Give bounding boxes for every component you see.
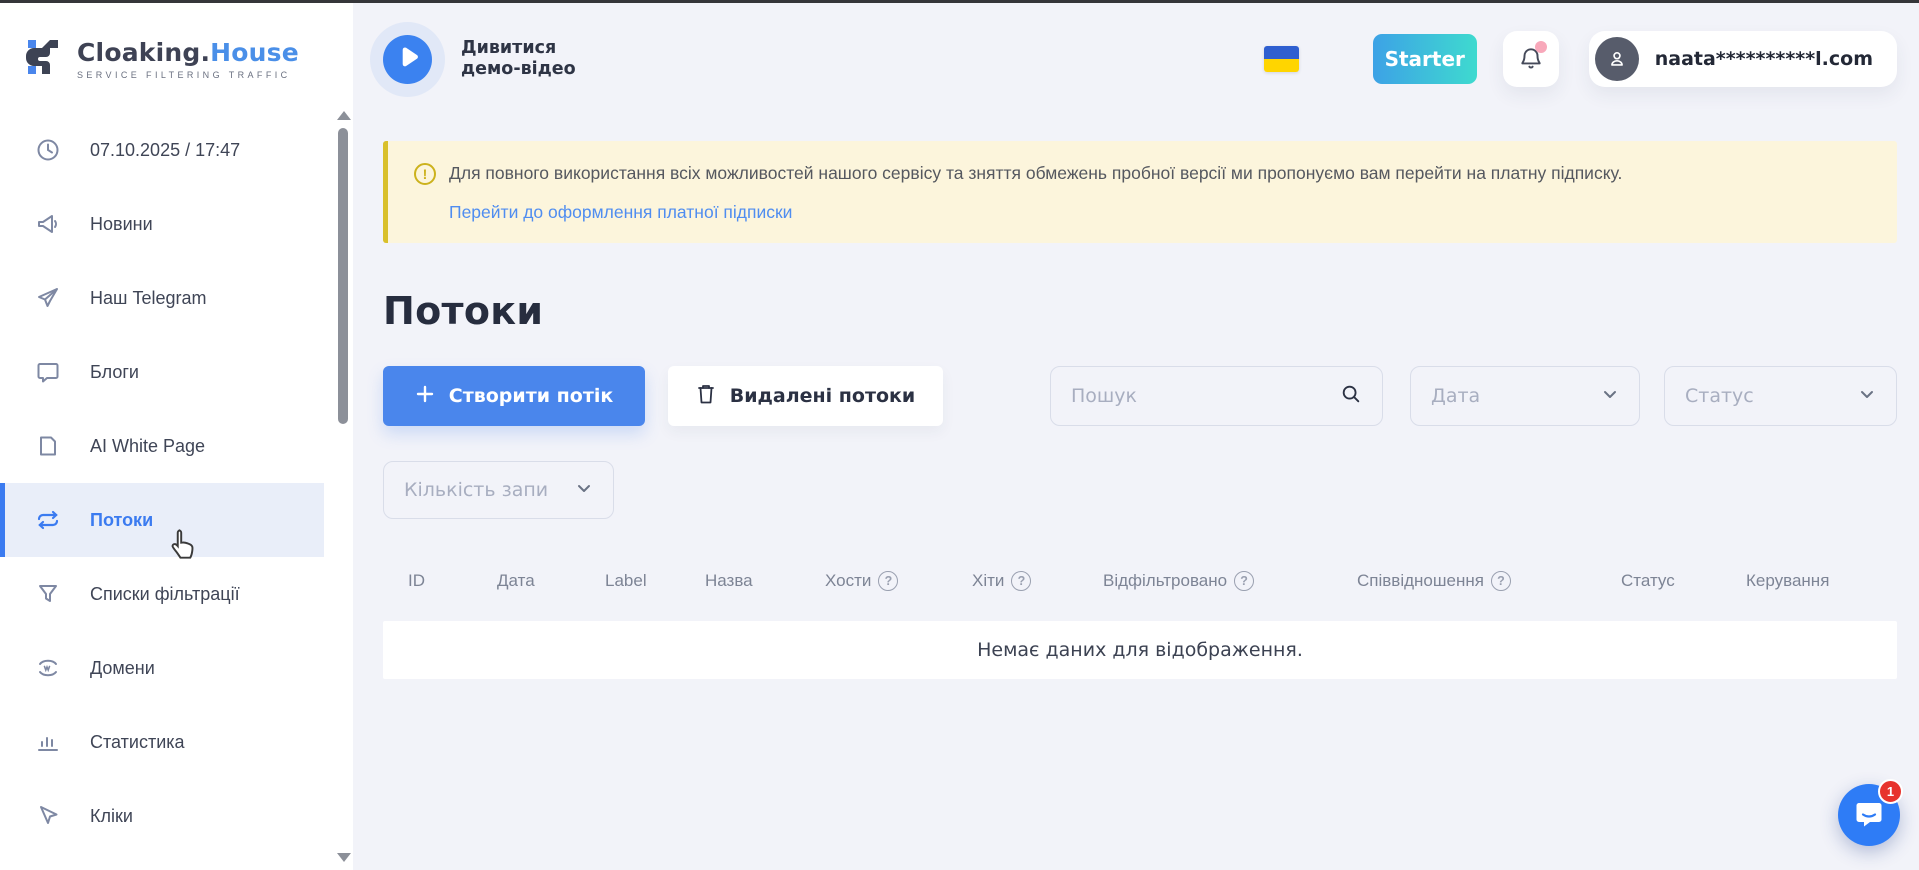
sidebar-item-label: Кліки — [90, 806, 133, 827]
sidebar-item-telegram[interactable]: Наш Telegram — [0, 261, 324, 335]
sidebar-item-statistics[interactable]: Статистика — [0, 705, 324, 779]
column-header-filtered: Відфільтровано? — [1103, 571, 1357, 591]
funnel-icon — [36, 582, 60, 606]
play-demo-button[interactable] — [383, 35, 432, 84]
chevron-down-icon — [1601, 385, 1619, 408]
subscription-link[interactable]: Перейти до оформлення платної підписки — [449, 202, 792, 223]
sidebar-item-streams[interactable]: Потоки — [0, 483, 324, 557]
records-count-dropdown[interactable]: Кількість запи — [383, 461, 614, 519]
chat-unread-badge: 1 — [1878, 779, 1903, 804]
sidebar-item-label: Наш Telegram — [90, 288, 206, 309]
table-header-row: ID Дата Label Назва Хости? Хіти? Відфіль… — [383, 564, 1897, 598]
column-header-date: Дата — [497, 571, 605, 591]
deleted-streams-button[interactable]: Видалені потоки — [668, 366, 943, 426]
column-header-ratio: Співвідношення? — [1357, 571, 1621, 591]
column-header-status: Статус — [1621, 571, 1746, 591]
column-header-name: Назва — [705, 571, 825, 591]
domain-icon — [36, 656, 60, 680]
column-header-hosts: Хости? — [825, 571, 972, 591]
topbar: Дивитися демо-відео Starter — [383, 3, 1897, 115]
column-header-manage: Керування — [1746, 571, 1897, 591]
date-filter-dropdown[interactable]: Дата — [1410, 366, 1640, 426]
user-account-chip[interactable]: naata**********l.com — [1589, 31, 1897, 87]
search-icon[interactable] — [1340, 383, 1362, 410]
page-icon — [36, 434, 60, 458]
notification-dot — [1535, 41, 1547, 53]
sidebar-item-domains[interactable]: Домени — [0, 631, 324, 705]
scrollbar-up-arrow-icon[interactable] — [337, 111, 351, 120]
user-email: naata**********l.com — [1655, 48, 1873, 70]
notifications-button[interactable] — [1503, 31, 1559, 87]
sidebar-item-label: Потоки — [90, 510, 153, 531]
chat-bubble-icon — [36, 360, 60, 384]
sidebar-item-label: Статистика — [90, 732, 185, 753]
sidebar-item-label: Домени — [90, 658, 155, 679]
chevron-down-icon — [1858, 385, 1876, 408]
column-header-id: ID — [408, 571, 497, 591]
status-filter-dropdown[interactable]: Статус — [1664, 366, 1897, 426]
sidebar-item-ai-white-page[interactable]: AI White Page — [0, 409, 324, 483]
logo-title: Cloaking.House — [77, 38, 299, 67]
sidebar-item-news[interactable]: Новини — [0, 187, 324, 261]
play-icon — [396, 47, 420, 72]
sidebar-item-label: 07.10.2025 / 17:47 — [90, 140, 240, 161]
banner-text: Для повного використання всіх можливосте… — [449, 161, 1622, 186]
chevron-down-icon — [575, 479, 593, 502]
table-empty-state: Немає даних для відображення. — [383, 621, 1897, 679]
logo[interactable]: Cloaking.House SERVICE FILTERING TRAFFIC — [0, 3, 353, 87]
chat-launcher-button[interactable]: 1 — [1838, 784, 1900, 846]
logo-mark-icon — [26, 36, 64, 83]
help-icon[interactable]: ? — [1011, 571, 1031, 591]
controls-row: Створити потік Видалені потоки Дата — [383, 366, 1897, 426]
sidebar-item-label: AI White Page — [90, 436, 205, 457]
sidebar-item-filter-lists[interactable]: Списки фільтрації — [0, 557, 324, 631]
scrollbar-down-arrow-icon[interactable] — [337, 853, 351, 862]
trash-icon — [696, 383, 716, 410]
plan-badge[interactable]: Starter — [1373, 34, 1477, 84]
search-input[interactable] — [1071, 385, 1340, 407]
sidebar-item-label: Списки фільтрації — [90, 584, 240, 605]
flag-blue-stripe — [1264, 46, 1299, 59]
help-icon[interactable]: ? — [1234, 571, 1254, 591]
sidebar-nav: 07.10.2025 / 17:47 Новини Наш Telegram Б… — [0, 113, 353, 853]
megaphone-icon — [36, 212, 60, 236]
help-icon[interactable]: ? — [1491, 571, 1511, 591]
search-box[interactable] — [1050, 366, 1383, 426]
main-content: Дивитися демо-відео Starter — [353, 3, 1919, 870]
column-header-label: Label — [605, 571, 705, 591]
flag-yellow-stripe — [1264, 59, 1299, 72]
bar-chart-icon — [36, 730, 60, 754]
column-header-hits: Хіти? — [972, 571, 1103, 591]
demo-video-label[interactable]: Дивитися демо-відео — [461, 38, 576, 80]
help-icon[interactable]: ? — [878, 571, 898, 591]
language-flag-ukraine[interactable] — [1264, 46, 1299, 72]
create-stream-button[interactable]: Створити потік — [383, 366, 645, 426]
page-title: Потоки — [383, 289, 1897, 333]
sidebar-scrollbar[interactable] — [335, 107, 351, 866]
logo-tagline: SERVICE FILTERING TRAFFIC — [77, 70, 299, 80]
sidebar-item-label: Блоги — [90, 362, 139, 383]
sidebar-item-datetime[interactable]: 07.10.2025 / 17:47 — [0, 113, 324, 187]
count-row: Кількість запи — [383, 461, 1897, 519]
paper-plane-icon — [36, 286, 60, 310]
mouse-cursor-icon — [168, 528, 198, 564]
plus-icon — [415, 384, 435, 409]
sidebar-item-clicks[interactable]: Кліки — [0, 779, 324, 853]
clock-icon — [36, 138, 60, 162]
scrollbar-thumb[interactable] — [338, 128, 348, 424]
avatar — [1595, 37, 1639, 81]
sidebar-item-label: Новини — [90, 214, 153, 235]
warning-icon: ! — [414, 163, 436, 185]
sync-icon — [36, 508, 60, 532]
sidebar-item-blogs[interactable]: Блоги — [0, 335, 324, 409]
cursor-icon — [36, 804, 60, 828]
sidebar: Cloaking.House SERVICE FILTERING TRAFFIC… — [0, 3, 353, 870]
chat-bubble-smile-icon — [1853, 798, 1885, 833]
trial-warning-banner: ! Для повного використання всіх можливос… — [383, 141, 1897, 243]
